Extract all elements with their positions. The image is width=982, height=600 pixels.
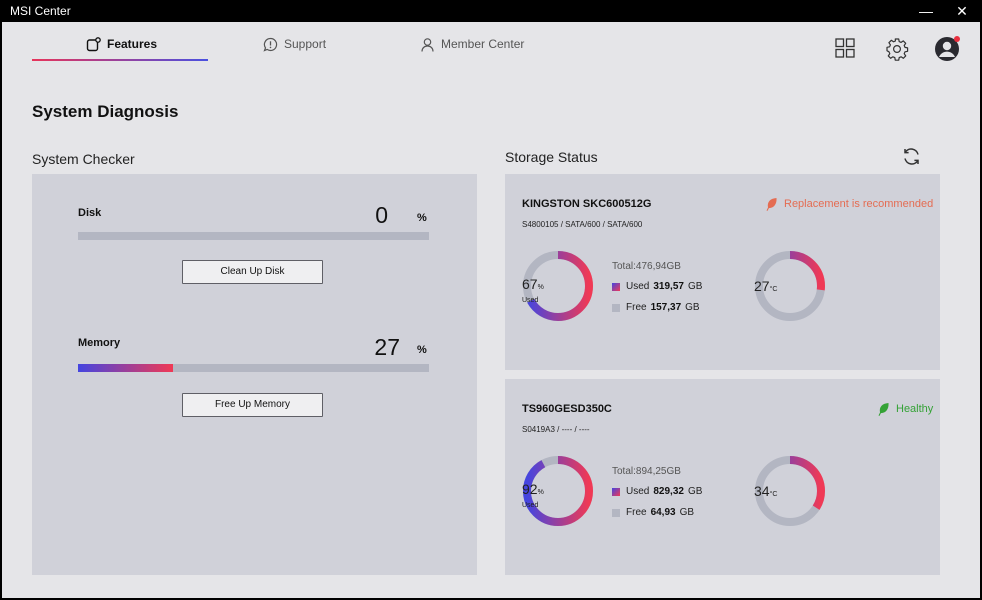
- tab-member-center-label: Member Center: [441, 37, 525, 51]
- free-swatch: [612, 303, 620, 312]
- support-icon: [263, 37, 278, 52]
- tab-support-label: Support: [284, 37, 327, 51]
- temperature-value: 27°C: [754, 278, 778, 294]
- avatar[interactable]: [934, 35, 962, 63]
- memory-progress-bar: [78, 364, 429, 372]
- usage-percent: 92%: [522, 481, 544, 497]
- close-button[interactable]: ✕: [942, 0, 982, 22]
- disk-value: 0: [375, 202, 388, 228]
- temperature-ring: 27°C: [754, 250, 826, 322]
- disk-label: Disk: [78, 207, 102, 219]
- drive-status: Replacement is recommended: [766, 197, 933, 211]
- system-checker-title: System Checker: [32, 151, 135, 167]
- active-tab-indicator: [32, 59, 208, 61]
- features-icon: [86, 36, 101, 51]
- temperature-value: 34°C: [754, 483, 778, 499]
- leaf-icon: [878, 403, 889, 416]
- used-legend: Used 319,57 GB: [612, 281, 702, 292]
- gear-icon[interactable]: [885, 37, 909, 61]
- drive-card-1: KINGSTON SKC600512G S4800105 / SATA/600 …: [505, 174, 940, 370]
- drive-total: Total:476,94GB: [612, 261, 681, 272]
- memory-label: Memory: [78, 337, 121, 349]
- usage-ring: 67% Used: [522, 250, 594, 322]
- usage-caption: Used: [522, 297, 539, 304]
- free-up-memory-button[interactable]: Free Up Memory: [182, 393, 323, 417]
- tab-features[interactable]: Features: [86, 34, 157, 54]
- free-legend: Free 64,93 GB: [612, 507, 694, 518]
- drive-status-text: Replacement is recommended: [784, 198, 934, 210]
- system-checker-panel: Disk 0 % Clean Up Disk Memory 27 % Free …: [32, 174, 477, 575]
- disk-progress-bar: [78, 232, 429, 240]
- usage-caption: Used: [522, 502, 539, 509]
- drive-name: TS960GESD350C: [522, 403, 612, 415]
- minimize-button[interactable]: —: [906, 0, 946, 22]
- memory-unit: %: [417, 344, 427, 356]
- title-bar: MSI Center — ✕: [0, 0, 982, 22]
- drive-status: Healthy: [878, 402, 933, 416]
- tab-member-center[interactable]: Member Center: [420, 34, 524, 54]
- drive-status-text: Healthy: [896, 403, 934, 415]
- clean-up-disk-button[interactable]: Clean Up Disk: [182, 260, 323, 284]
- app-body: Features Support Member Center System Di…: [2, 22, 980, 598]
- app-title: MSI Center: [10, 4, 71, 18]
- storage-status-title: Storage Status: [505, 149, 598, 165]
- memory-progress-fill: [78, 364, 173, 372]
- usage-percent: 67%: [522, 276, 544, 292]
- drive-interface: S4800105 / SATA/600 / SATA/600: [522, 220, 643, 229]
- tab-features-label: Features: [107, 37, 158, 51]
- disk-unit: %: [417, 212, 427, 224]
- grid-icon[interactable]: [834, 37, 856, 59]
- used-swatch: [612, 282, 620, 291]
- memory-value: 27: [374, 334, 400, 360]
- temperature-ring: 34°C: [754, 455, 826, 527]
- member-icon: [421, 37, 434, 52]
- free-legend: Free 157,37 GB: [612, 302, 700, 313]
- usage-ring: 92% Used: [522, 455, 594, 527]
- tab-support[interactable]: Support: [263, 34, 326, 54]
- drive-name: KINGSTON SKC600512G: [522, 198, 652, 210]
- used-swatch: [612, 487, 620, 496]
- free-swatch: [612, 508, 620, 517]
- page-title: System Diagnosis: [32, 102, 179, 121]
- leaf-icon: [766, 198, 777, 211]
- refresh-icon[interactable]: [901, 146, 922, 167]
- drive-card-2: TS960GESD350C S0419A3 / ---- / ---- Heal…: [505, 379, 940, 575]
- used-legend: Used 829,32 GB: [612, 486, 702, 497]
- drive-interface: S0419A3 / ---- / ----: [522, 425, 590, 434]
- drive-total: Total:894,25GB: [612, 466, 681, 477]
